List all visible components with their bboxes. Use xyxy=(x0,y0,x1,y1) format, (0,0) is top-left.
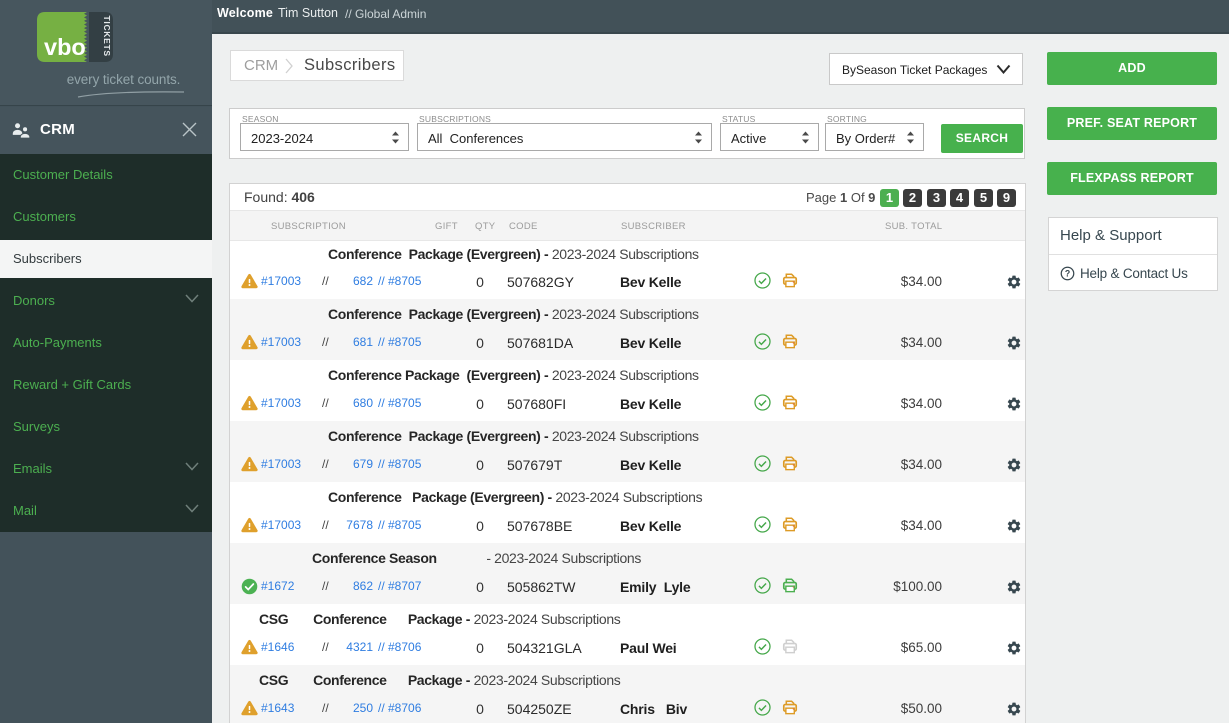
svg-text:vbo: vbo xyxy=(44,34,86,60)
svg-text:TICKETS: TICKETS xyxy=(102,16,112,57)
svg-text:?: ? xyxy=(1065,269,1070,279)
